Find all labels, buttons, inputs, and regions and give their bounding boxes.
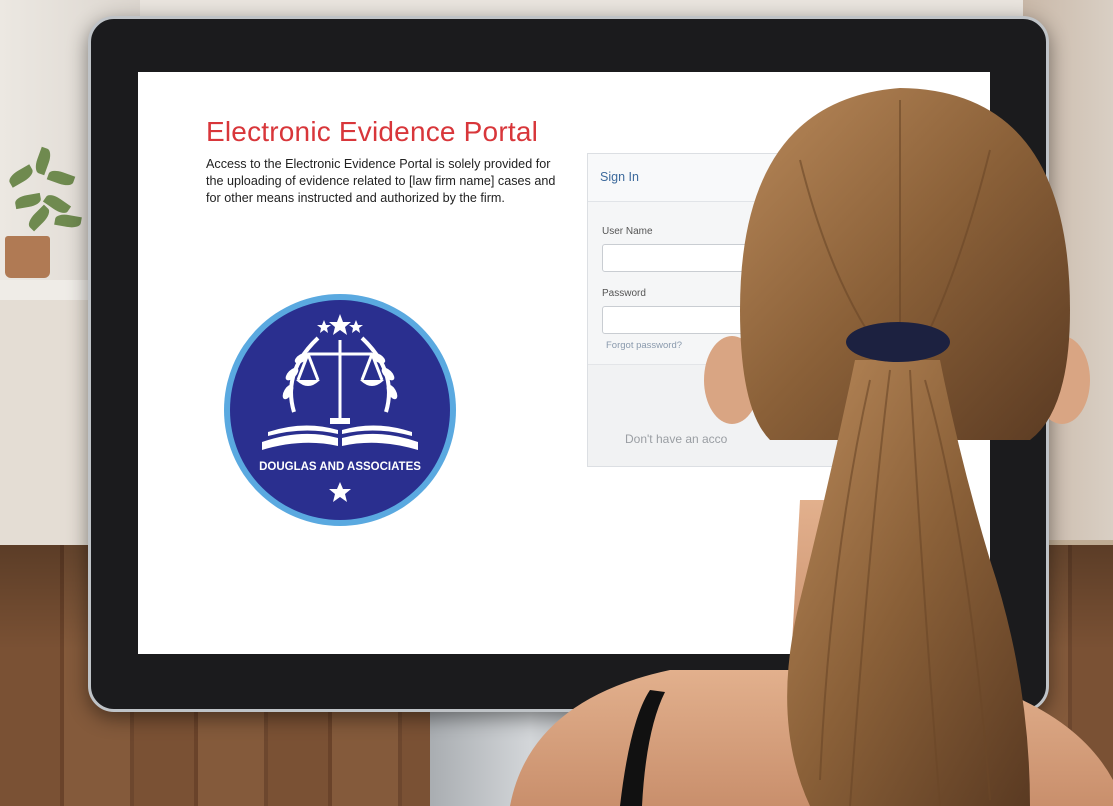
person-foreground xyxy=(510,88,1113,806)
background-cabinet xyxy=(0,300,92,550)
background-plant xyxy=(0,146,85,240)
background-pot xyxy=(5,236,50,278)
law-firm-logo: DOUGLAS AND ASSOCIATES xyxy=(224,294,456,526)
logo-firm-name: DOUGLAS AND ASSOCIATES xyxy=(259,461,421,473)
